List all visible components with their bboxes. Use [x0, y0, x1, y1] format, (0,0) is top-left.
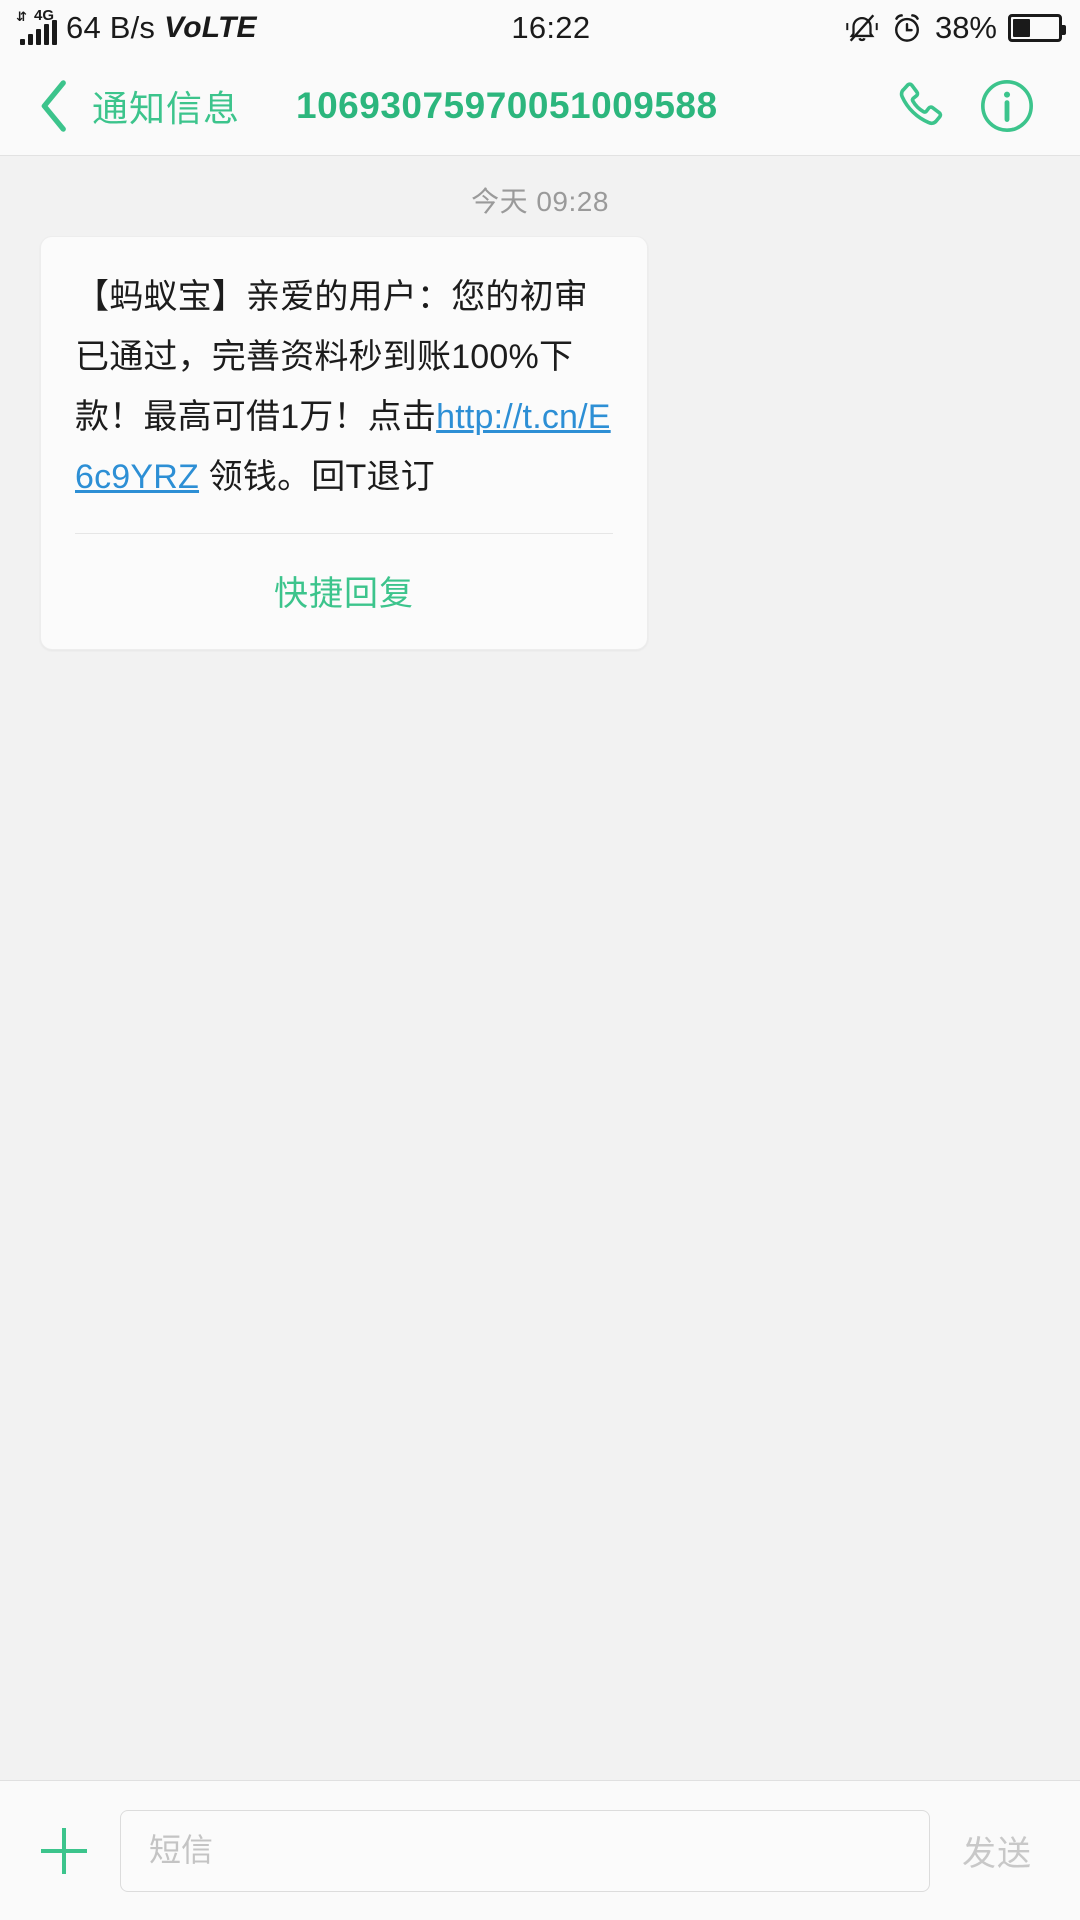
status-bar-center: 16:22: [257, 10, 845, 46]
sms-conversation-screen: ⇵ 4G 64 B/s VoLTE 16:22 38% 通知信息 1069307…: [0, 0, 1080, 1920]
message-text-part2: 领钱。回T退订: [199, 458, 435, 496]
message-input-wrapper[interactable]: [120, 1809, 930, 1892]
message-list[interactable]: 今天 09:28 【蚂蚁宝】亲爱的用户：您的初审已通过，完善资料秒到账100%下…: [0, 156, 1080, 1780]
status-bar: ⇵ 4G 64 B/s VoLTE 16:22 38%: [0, 0, 1080, 56]
page-title: 通知信息: [92, 87, 241, 129]
call-button[interactable]: [878, 63, 964, 149]
date-separator: 今天 09:28: [471, 186, 609, 217]
add-attachment-button[interactable]: [26, 1813, 102, 1889]
status-bar-right: 38%: [845, 10, 1066, 46]
data-transfer-arrows-icon: ⇵: [16, 9, 27, 24]
network-type-label: 4G: [34, 7, 55, 24]
signal-strength-bars: [20, 20, 57, 45]
message-input-bar: 发送: [0, 1780, 1080, 1920]
battery-fill: [1013, 19, 1030, 37]
battery-percent-label: 38%: [934, 10, 997, 45]
message-text: 【蚂蚁宝】亲爱的用户：您的初审已通过，完善资料秒到账100%下款！最高可借1万！…: [75, 267, 613, 507]
info-circle-icon: [981, 79, 1033, 132]
status-bar-clock: 16:22: [511, 10, 591, 45]
sender-number: 10693075970051009588: [296, 84, 718, 126]
volte-suffix: LTE: [201, 11, 257, 44]
chevron-left-icon: [41, 79, 66, 132]
volte-prefix: Vo: [164, 11, 202, 44]
info-button[interactable]: [964, 63, 1050, 149]
conversation-header: 通知信息 10693075970051009588: [0, 56, 1080, 156]
status-bar-left: ⇵ 4G 64 B/s VoLTE: [16, 7, 257, 45]
quick-reply-button[interactable]: 快捷回复: [75, 534, 613, 649]
silent-bell-icon: [846, 14, 878, 42]
message-input[interactable]: [149, 1832, 901, 1869]
battery-icon: [1008, 14, 1066, 42]
message-bubble[interactable]: 【蚂蚁宝】亲爱的用户：您的初审已通过，完善资料秒到账100%下款！最高可借1万！…: [40, 236, 648, 650]
volte-label: VoLTE: [164, 11, 257, 45]
message-bubble-wrapper: 【蚂蚁宝】亲爱的用户：您的初审已通过，完善资料秒到账100%下款！最高可借1万！…: [0, 236, 1080, 650]
send-button[interactable]: 发送: [952, 1826, 1054, 1875]
back-button[interactable]: [24, 70, 86, 142]
signal-bars-icon: ⇵ 4G: [16, 7, 57, 45]
data-speed-label: 64 B/s: [66, 10, 156, 45]
phone-call-icon: [899, 81, 943, 125]
alarm-clock-icon: [894, 14, 919, 42]
plus-icon: [41, 1827, 87, 1874]
